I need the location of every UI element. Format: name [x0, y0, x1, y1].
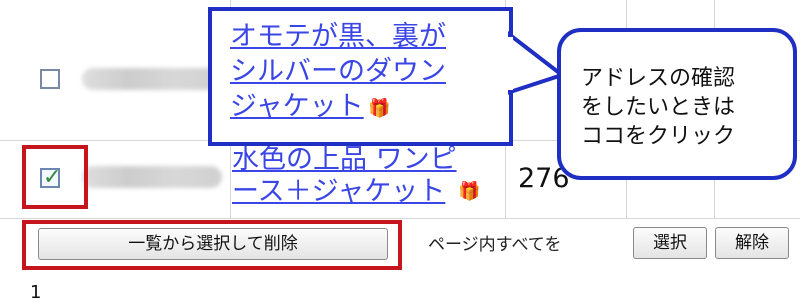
select-all-button[interactable]: 選択: [633, 227, 707, 259]
product-link[interactable]: 水色の上品 ワンピ: [232, 143, 457, 177]
order-id-blurred: [82, 166, 222, 188]
callout-line: をしたいときは: [581, 95, 736, 120]
product-link[interactable]: ジャケット: [230, 90, 364, 124]
page-all-label: ページ内すべてを: [428, 235, 562, 255]
callout-line: アドレスの確認: [581, 66, 736, 91]
product-link[interactable]: オモテが黒、裏が: [230, 20, 446, 54]
gift-hanger-icon: 🎁: [458, 181, 481, 202]
product-link[interactable]: シルバーのダウン: [230, 55, 446, 89]
pagination-current-page[interactable]: 1: [30, 282, 41, 303]
order-id-blurred: [82, 68, 222, 90]
checkbox-highlight: [22, 145, 88, 209]
callout-line: ココをクリック: [581, 124, 736, 149]
delete-selected-button[interactable]: 一覧から選択して削除: [38, 228, 388, 260]
gift-hanger-icon: 🎁: [368, 98, 391, 119]
product-link[interactable]: ース＋ジャケット: [232, 175, 445, 209]
row-checkbox[interactable]: [40, 69, 60, 89]
deselect-all-button[interactable]: 解除: [715, 227, 789, 259]
instruction-callout: アドレスの確認 をしたいときは ココをクリック: [557, 28, 797, 180]
